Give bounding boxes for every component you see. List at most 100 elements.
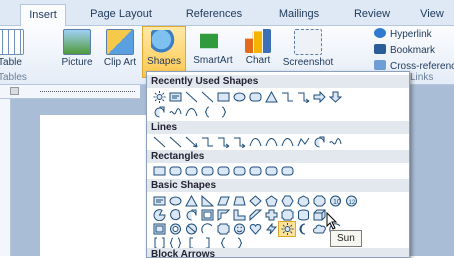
para-shape-icon[interactable] — [215, 194, 231, 208]
scribble-shape-icon[interactable] — [167, 105, 183, 119]
elbowarr-shape-icon[interactable] — [215, 135, 231, 149]
donut-shape-icon[interactable] — [167, 222, 183, 236]
rtri-shape-icon[interactable] — [199, 194, 215, 208]
scribble-shape-icon[interactable] — [327, 135, 343, 149]
line-shape-icon[interactable] — [183, 90, 199, 104]
hyperlink-button[interactable]: Hyperlink — [374, 27, 432, 42]
table-icon — [0, 29, 24, 55]
plaque-shape-icon[interactable] — [215, 222, 231, 236]
rrect-shape-icon[interactable] — [183, 164, 199, 178]
chord-shape-icon[interactable] — [167, 208, 183, 222]
clip-art-label: Clip Art — [103, 57, 137, 68]
cross-reference-icon — [374, 60, 386, 70]
curve-shape-icon[interactable] — [263, 135, 279, 149]
oct-shape-icon[interactable] — [311, 194, 327, 208]
tri-shape-icon[interactable] — [183, 194, 199, 208]
hex-shape-icon[interactable] — [279, 194, 295, 208]
bookmark-button[interactable]: Bookmark — [374, 43, 435, 58]
rarrow-shape-icon[interactable] — [311, 90, 327, 104]
rbrace-shape-icon[interactable] — [215, 105, 231, 119]
plaque-shape-icon[interactable] — [279, 208, 295, 222]
elbowarr-shape-icon[interactable] — [231, 135, 247, 149]
tear-shape-icon[interactable] — [183, 208, 199, 222]
sun-shape-icon[interactable] — [151, 90, 167, 104]
moon-shape-icon[interactable] — [295, 222, 311, 236]
elbow-shape-icon[interactable] — [199, 135, 215, 149]
hyperlink-label: Hyperlink — [390, 29, 432, 40]
elbowarr-shape-icon[interactable] — [295, 90, 311, 104]
pent-shape-icon[interactable] — [263, 194, 279, 208]
can-shape-icon[interactable] — [295, 208, 311, 222]
horizontal-ruler[interactable] — [0, 85, 140, 99]
vertical-ruler — [0, 99, 11, 256]
line-shape-icon[interactable] — [167, 135, 183, 149]
tab-insert[interactable]: Insert — [20, 4, 66, 26]
diamond-shape-icon[interactable] — [247, 194, 263, 208]
tab-page-layout[interactable]: Page Layout — [82, 4, 160, 25]
tab-references[interactable]: References — [176, 4, 252, 25]
smartart-icon — [200, 29, 226, 53]
bookmark-label: Bookmark — [390, 45, 436, 56]
curve-shape-icon[interactable] — [279, 135, 295, 149]
group-label-tables: Tables — [0, 72, 27, 83]
cloud-shape-icon[interactable] — [311, 222, 327, 236]
svg-text:10: 10 — [333, 199, 341, 206]
lbrace-shape-icon[interactable] — [199, 105, 215, 119]
tear-shape-icon[interactable] — [311, 135, 327, 149]
document-page[interactable] — [40, 115, 150, 256]
table-button[interactable]: Table — [0, 26, 30, 78]
table-label: Table — [0, 57, 22, 68]
diagstripe-shape-icon[interactable] — [247, 208, 263, 222]
rrect-shape-icon[interactable] — [247, 164, 263, 178]
halfframe-shape-icon[interactable] — [215, 208, 231, 222]
darrow-shape-icon[interactable] — [327, 90, 343, 104]
tri-shape-icon[interactable] — [263, 90, 279, 104]
line-shape-icon[interactable] — [199, 90, 215, 104]
textbox-shape-icon[interactable] — [151, 194, 167, 208]
lshape-shape-icon[interactable] — [231, 208, 247, 222]
rrect-shape-icon[interactable] — [215, 164, 231, 178]
rrect-shape-icon[interactable] — [263, 164, 279, 178]
trap-shape-icon[interactable] — [231, 194, 247, 208]
cross-shape-icon[interactable] — [263, 208, 279, 222]
arrowline-shape-icon[interactable] — [183, 135, 199, 149]
rect-shape-icon[interactable] — [151, 164, 167, 178]
curve-shape-icon[interactable] — [247, 135, 263, 149]
bolt-shape-icon[interactable] — [263, 222, 279, 236]
tab-mailings[interactable]: Mailings — [266, 4, 332, 25]
tear-shape-icon[interactable] — [151, 105, 167, 119]
pie-shape-icon[interactable] — [151, 208, 167, 222]
dodec-shape-icon[interactable]: 12 — [343, 194, 359, 208]
textbox-shape-icon[interactable] — [167, 90, 183, 104]
picture-button[interactable]: Picture — [56, 26, 98, 78]
rrect-shape-icon[interactable] — [199, 164, 215, 178]
oval-shape-icon[interactable] — [231, 90, 247, 104]
clip-art-button[interactable]: Clip Art — [102, 26, 138, 78]
bookmark-icon — [374, 44, 386, 54]
rrect-shape-icon[interactable] — [231, 164, 247, 178]
rect-shape-icon[interactable] — [215, 90, 231, 104]
bevel-shape-icon[interactable] — [151, 222, 167, 236]
tab-view[interactable]: View — [412, 4, 452, 25]
cube-shape-icon[interactable] — [311, 208, 327, 222]
elbow-shape-icon[interactable] — [279, 90, 295, 104]
nosym-shape-icon[interactable] — [183, 222, 199, 236]
tab-review[interactable]: Review — [346, 4, 398, 25]
hept-shape-icon[interactable] — [295, 194, 311, 208]
freeform-shape-icon[interactable] — [295, 135, 311, 149]
shapes-label: Shapes — [147, 56, 181, 67]
shapes-icon — [151, 30, 177, 54]
sun-shape-icon[interactable] — [278, 220, 296, 237]
rrect-shape-icon[interactable] — [279, 164, 295, 178]
arc-shape-icon[interactable] — [199, 222, 215, 236]
rrect-shape-icon[interactable] — [167, 164, 183, 178]
curve-shape-icon[interactable] — [183, 105, 199, 119]
section-rectangles: Rectangles — [147, 150, 409, 163]
heart-shape-icon[interactable] — [247, 222, 263, 236]
smiley-shape-icon[interactable] — [231, 222, 247, 236]
oval-shape-icon[interactable] — [167, 194, 183, 208]
rrect-shape-icon[interactable] — [247, 90, 263, 104]
dec-shape-icon[interactable]: 10 — [327, 194, 343, 208]
line-shape-icon[interactable] — [151, 135, 167, 149]
frame-shape-icon[interactable] — [199, 208, 215, 222]
